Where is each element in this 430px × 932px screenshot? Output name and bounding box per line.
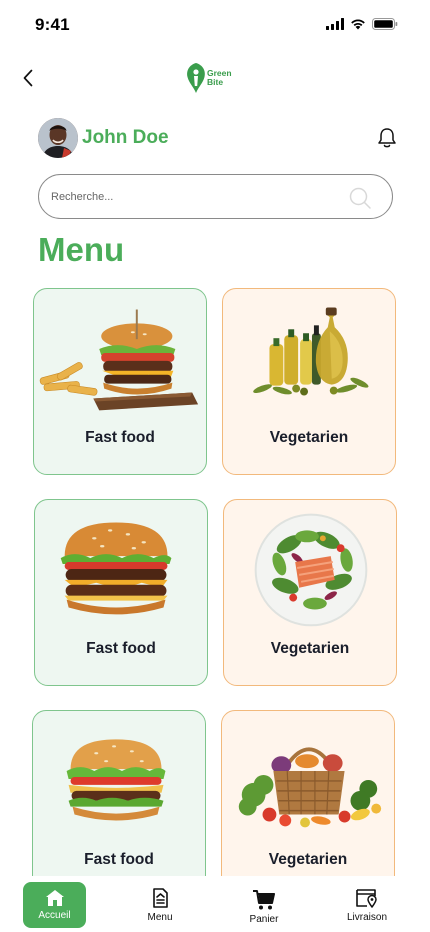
search-bar[interactable] xyxy=(38,174,393,219)
page-title: Menu xyxy=(38,231,125,268)
chevron-left-icon xyxy=(23,69,33,87)
nav-item-menu[interactable]: Menu xyxy=(130,882,190,928)
back-button[interactable] xyxy=(16,66,40,90)
category-card-vegetarien[interactable]: Vegetarien xyxy=(222,288,396,475)
category-label: Vegetarien xyxy=(268,851,348,868)
battery-icon xyxy=(372,18,398,30)
logo-line-2: Bite xyxy=(207,77,224,87)
leaf-logo-icon xyxy=(187,63,205,93)
nav-item-livraison[interactable]: Livraison xyxy=(336,882,398,928)
status-icons xyxy=(326,18,398,30)
logo-wordmark: Green Bite xyxy=(207,69,232,87)
burger-fries-image xyxy=(39,309,199,411)
salmon-salad-image xyxy=(254,513,368,627)
category-card-vegetarien[interactable]: Vegetarien xyxy=(221,710,395,897)
vegetable-basket-image xyxy=(238,747,382,828)
wifi-icon xyxy=(351,19,365,30)
status-bar: 9:41 xyxy=(0,0,430,50)
search-input[interactable] xyxy=(51,190,341,203)
olive-oil-image xyxy=(253,307,369,396)
nav-label: Livraison xyxy=(346,912,388,923)
category-label: Fast food xyxy=(84,851,154,868)
app-screen: 9:41 Green Bite John Doe Recherche... Me… xyxy=(0,0,430,932)
category-label: Vegetarien xyxy=(270,640,350,657)
nav-item-panier[interactable]: Panier xyxy=(234,884,294,930)
menu-book-icon xyxy=(153,888,168,908)
user-photo xyxy=(38,118,78,158)
search-icon[interactable] xyxy=(348,186,372,210)
user-name: John Doe xyxy=(82,127,169,148)
delivery-icon xyxy=(356,889,377,908)
category-label: Fast food xyxy=(85,429,155,446)
avatar[interactable] xyxy=(38,118,78,158)
nav-item-accueil[interactable]: Accueil xyxy=(23,882,86,928)
burger-image xyxy=(66,739,166,821)
category-label: Fast food xyxy=(86,640,156,657)
bell-icon xyxy=(378,128,396,148)
nav-label: Accueil xyxy=(38,910,71,921)
cart-icon xyxy=(253,890,275,910)
bottom-nav: Accueil Menu Panier Livraison xyxy=(0,876,430,932)
nav-label: Panier xyxy=(249,914,279,925)
status-time: 9:41 xyxy=(35,15,70,34)
double-burger-image xyxy=(60,522,172,615)
category-card-fast-food[interactable]: Fast food xyxy=(34,499,208,686)
green-bite-logo: Green Bite xyxy=(186,60,246,96)
signal-icon xyxy=(326,18,344,30)
category-card-fast-food[interactable]: Fast food xyxy=(33,288,207,475)
category-label: Vegetarien xyxy=(269,429,349,446)
nav-label: Menu xyxy=(147,912,173,923)
category-card-fast-food[interactable]: Fast food xyxy=(32,710,206,897)
notifications-button[interactable] xyxy=(374,125,400,151)
category-card-vegetarien[interactable]: Vegetarien xyxy=(223,499,397,686)
home-icon xyxy=(45,890,64,906)
